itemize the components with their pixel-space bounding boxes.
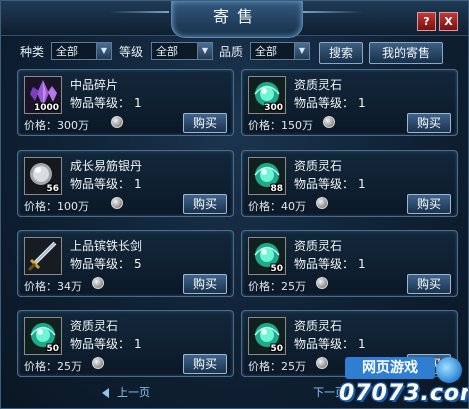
- title-bar: 寄售 ? X: [1, 1, 468, 38]
- item-price: 价格：40万: [248, 200, 306, 213]
- chevron-down-icon: ▼: [294, 43, 309, 59]
- watermark-orb-icon: [436, 357, 462, 383]
- buy-button[interactable]: 购买: [407, 274, 451, 294]
- watermark-line2: 07073.com: [339, 381, 468, 406]
- item-level: 物品等级： 1: [294, 257, 366, 271]
- prev-page-button[interactable]: 上一页: [102, 386, 150, 400]
- item-card: 56 成长易筋银丹 物品等级： 1 价格：100万 购买: [17, 150, 234, 217]
- item-name: 上品镔铁长剑: [70, 239, 143, 253]
- green-spirit-stone-icon: 50: [248, 237, 286, 275]
- chevron-down-icon: ▼: [96, 43, 111, 59]
- item-name: 成长易筋银丹: [70, 159, 143, 173]
- help-button[interactable]: ?: [417, 12, 436, 31]
- item-card: 88 资质灵石 物品等级： 1 价格：40万 购买: [241, 150, 458, 217]
- silver-coin-icon: [316, 197, 328, 209]
- prev-page-label: 上一页: [117, 386, 150, 399]
- arrow-left-icon: [102, 388, 109, 398]
- sword-icon: [24, 237, 62, 275]
- buy-button[interactable]: 购买: [183, 113, 227, 133]
- item-price: 价格：100万: [24, 200, 89, 213]
- green-spirit-stone-icon: 50: [248, 317, 286, 355]
- item-price: 价格：25万: [24, 360, 82, 373]
- category-label: 种类: [20, 45, 45, 59]
- consignment-window: 寄售 ? X 种类 全部 ▼ 等级 全部 ▼ 品质 全部 ▼ 搜索 我的寄售 1…: [0, 0, 469, 409]
- site-watermark: 网页游戏 07073.com: [339, 357, 468, 407]
- silver-coin-icon: [111, 197, 123, 209]
- item-quantity: 50: [270, 264, 283, 274]
- item-price: 价格：150万: [248, 119, 313, 132]
- silver-coin-icon: [92, 357, 104, 369]
- window-title: 寄售: [171, 1, 303, 38]
- silver-coin-icon: [316, 277, 328, 289]
- item-name: 资质灵石: [294, 78, 343, 92]
- level-label: 等级: [119, 45, 144, 59]
- item-name: 资质灵石: [294, 159, 343, 173]
- item-level: 物品等级： 1: [70, 337, 142, 351]
- item-card: 300 资质灵石 物品等级： 1 价格：150万 购买: [241, 69, 458, 136]
- item-name: 资质灵石: [70, 319, 119, 333]
- quality-label: 品质: [219, 45, 244, 59]
- quality-select-value: 全部: [255, 45, 277, 58]
- title-ornament-right: [303, 11, 363, 13]
- buy-button[interactable]: 购买: [407, 194, 451, 214]
- buy-button[interactable]: 购买: [183, 274, 227, 294]
- item-quantity: 88: [270, 184, 283, 194]
- item-level: 物品等级： 1: [294, 96, 366, 110]
- buy-button[interactable]: 购买: [183, 354, 227, 374]
- watermark-line1: 网页游戏: [345, 357, 435, 379]
- category-select[interactable]: 全部 ▼: [51, 42, 112, 60]
- item-price: 价格：25万: [248, 280, 306, 293]
- item-price: 价格：34万: [24, 280, 82, 293]
- category-select-value: 全部: [56, 45, 78, 58]
- item-quantity: 50: [270, 344, 283, 354]
- silver-coin-icon: [92, 277, 104, 289]
- item-name: 中品碎片: [70, 78, 119, 92]
- level-select-value: 全部: [156, 45, 178, 58]
- item-level: 物品等级： 1: [70, 177, 142, 191]
- silver-pill-icon: 56: [24, 157, 62, 195]
- item-quantity: 50: [46, 344, 59, 354]
- quality-select[interactable]: 全部 ▼: [250, 42, 310, 60]
- close-button[interactable]: X: [439, 12, 458, 31]
- item-card: 1000 中品碎片 物品等级： 1 价格：300万 购买: [17, 69, 234, 136]
- item-name: 资质灵石: [294, 319, 343, 333]
- silver-coin-icon: [323, 116, 335, 128]
- item-level: 物品等级： 1: [294, 177, 366, 191]
- item-name: 资质灵石: [294, 239, 343, 253]
- item-card: 上品镔铁长剑 物品等级： 5 价格：34万 购买: [17, 230, 234, 297]
- chevron-down-icon: ▼: [197, 43, 212, 59]
- green-spirit-stone-icon: 300: [248, 76, 286, 114]
- item-card: 50 资质灵石 物品等级：1 价格：25万 购买: [17, 310, 234, 377]
- item-quantity: 56: [46, 184, 59, 194]
- level-select[interactable]: 全部 ▼: [151, 42, 213, 60]
- green-spirit-stone-icon: 50: [24, 317, 62, 355]
- buy-button[interactable]: 购买: [407, 113, 451, 133]
- buy-button[interactable]: 购买: [183, 194, 227, 214]
- item-level: 物品等级： 5: [70, 257, 142, 271]
- item-quantity: 300: [264, 103, 283, 113]
- silver-coin-icon: [316, 357, 328, 369]
- item-price: 价格：300万: [24, 119, 89, 132]
- green-spirit-stone-icon: 88: [248, 157, 286, 195]
- title-ornament-left: [109, 11, 169, 13]
- item-level: 物品等级： 1: [70, 96, 142, 110]
- item-quantity: 1000: [33, 103, 59, 113]
- purple-shard-icon: 1000: [24, 76, 62, 114]
- my-consignments-button[interactable]: 我的寄售: [369, 42, 443, 64]
- item-price: 价格：25万: [248, 360, 306, 373]
- silver-coin-icon: [111, 116, 123, 128]
- search-button[interactable]: 搜索: [319, 42, 363, 64]
- item-level: 物品等级： 1: [294, 337, 366, 351]
- item-card: 50 资质灵石 物品等级：1 价格：25万 购买: [241, 230, 458, 297]
